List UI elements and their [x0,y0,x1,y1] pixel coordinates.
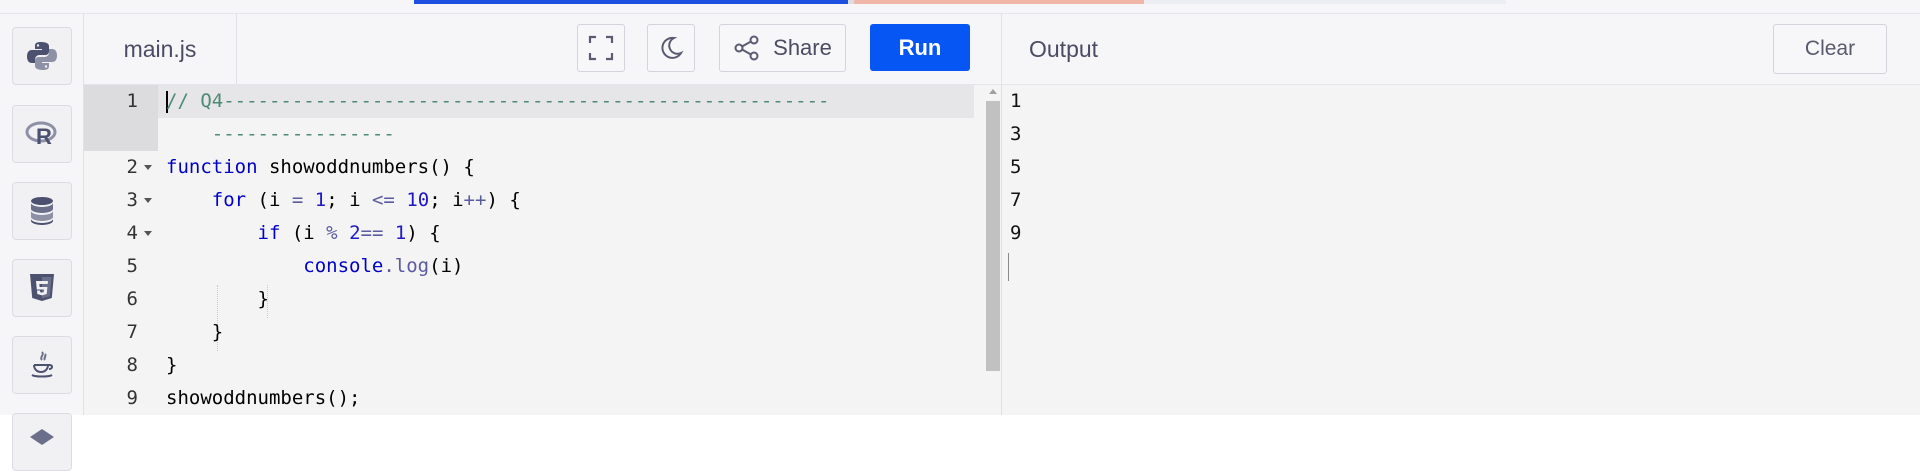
svg-text:R: R [36,124,52,149]
line-number: 4 [126,222,138,244]
python-icon [27,42,57,70]
line-number: 1 [126,90,138,112]
share-icon [734,35,759,61]
ad-banner[interactable] [414,0,1506,4]
java-language-button[interactable] [12,336,72,394]
html5-icon [30,274,54,301]
code-line: showoddnumbers(); [166,387,361,409]
html-language-button[interactable] [12,259,72,317]
more-language-button[interactable] [12,413,72,471]
line-number: 7 [126,321,138,343]
editor-header: main.js Share Run [84,14,1002,85]
more-icon [30,429,54,445]
console-cursor [1008,253,1009,281]
database-icon [31,197,53,225]
output-line: 1 [1010,90,1022,112]
output-header: Output Clear [1002,14,1920,85]
code-line-comment: // Q4-----------------------------------… [166,90,830,112]
line-number: 2 [126,156,138,178]
file-tab[interactable]: main.js [84,14,237,84]
output-line: 7 [1010,189,1022,211]
clear-button[interactable]: Clear [1773,24,1887,74]
moon-icon [661,36,684,59]
share-button[interactable]: Share [719,24,846,72]
java-icon [31,351,54,378]
file-name: main.js [123,35,197,62]
line-number: 9 [126,387,138,409]
output-line: 9 [1010,222,1022,244]
fullscreen-icon [588,35,614,61]
code-line: if (i % 2== 1) { [257,222,441,244]
line-number: 5 [126,255,138,277]
code-line: } [166,321,224,343]
share-label: Share [773,35,832,60]
line-number: 8 [126,354,138,376]
code-line: console.log(i) [303,255,464,277]
output-title: Output [1029,35,1099,62]
sql-language-button[interactable] [12,182,72,240]
output-console[interactable]: 1 3 5 7 9 [1002,85,1920,415]
python-language-button[interactable] [12,27,72,85]
line-number: 6 [126,288,138,310]
line-number: 3 [126,189,138,211]
line-gutter: 1 2 3 4 5 6 7 8 9 [84,85,158,415]
r-language-button[interactable]: R [12,105,72,163]
r-icon: R [25,121,57,149]
theme-toggle-button[interactable] [647,24,695,72]
editor-scrollbar-thumb[interactable] [986,101,1000,371]
fold-arrow-icon[interactable] [144,184,152,217]
language-sidebar: R [0,14,84,471]
code-line: for (i = 1; i <= 10; i++) { [211,189,521,211]
fullscreen-button[interactable] [577,24,625,72]
code-line-comment-wrap: ---------------- [166,123,395,145]
code-line: function showoddnumbers() { [166,156,475,178]
code-editor[interactable]: 1 2 3 4 5 6 7 8 9 // Q4-----------------… [84,85,1002,415]
output-line: 3 [1010,123,1022,145]
code-line: } [166,288,269,310]
code-line: } [166,354,178,376]
scroll-up-icon[interactable] [989,89,997,94]
fold-arrow-icon[interactable] [144,151,152,184]
output-line: 5 [1010,156,1022,178]
fold-arrow-icon[interactable] [144,217,152,250]
run-button[interactable]: Run [870,24,970,71]
